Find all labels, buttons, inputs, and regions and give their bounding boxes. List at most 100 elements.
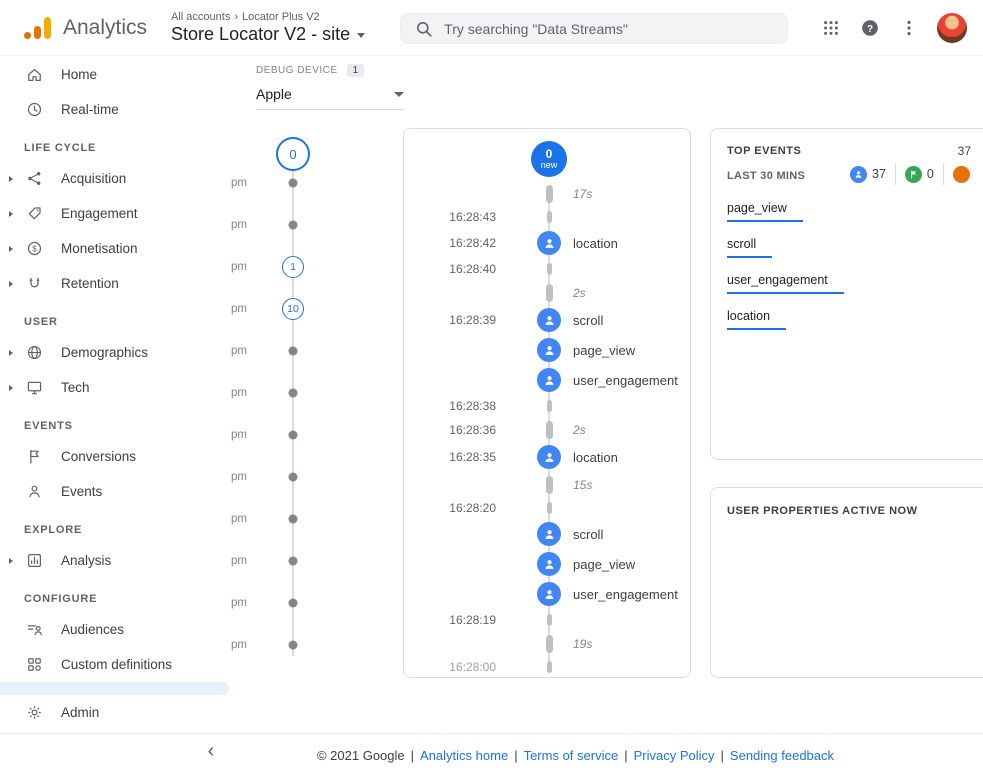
debug-device-select[interactable]: Apple (256, 86, 404, 110)
timeline-marker[interactable]: pm (215, 498, 325, 540)
stream-now-badge[interactable]: 0 new (531, 141, 567, 177)
more-vert-icon[interactable] (898, 17, 920, 39)
timeline-marker[interactable]: pm (215, 456, 325, 498)
acquisition-icon (24, 169, 44, 189)
stream-row-scroll[interactable]: scroll (404, 519, 690, 549)
stream-row-2s: 16:28:36 2s (404, 417, 690, 442)
sidebar-item[interactable] (0, 682, 229, 695)
timeline-marker[interactable]: pm (215, 162, 325, 204)
top-event-item-location[interactable]: location (727, 307, 983, 330)
event-counter-value: 0 (927, 167, 934, 181)
debug-device-count-badge: 1 (347, 64, 365, 77)
debug-device-label-row: DEBUG DEVICE 1 (256, 64, 406, 77)
stream-row: 16:28:19 (404, 609, 690, 631)
timeline-marker-time: pm (215, 219, 247, 231)
dropdown-arrow-icon (394, 92, 404, 97)
tech-icon (24, 378, 44, 398)
stream-row-location[interactable]: 16:28:35 location (404, 442, 690, 472)
svg-text:?: ? (867, 24, 873, 35)
timeline-marker[interactable]: pm 1 (215, 246, 325, 288)
top-event-item-user-engagement[interactable]: user_engagement (727, 271, 983, 294)
help-icon[interactable]: ? (859, 17, 881, 39)
top-events-counters: 37 0 (841, 163, 983, 185)
sidebar-item-custom-definitions[interactable]: Custom definitions (0, 647, 236, 682)
footer-link-terms-of-service[interactable]: Terms of service (524, 748, 619, 763)
sidebar-item-admin[interactable]: Admin (0, 695, 236, 730)
sidebar-item-label: Demographics (61, 345, 148, 361)
sidebar-item-retention[interactable]: Retention (0, 266, 236, 301)
stream-badge-count: 0 (546, 148, 553, 160)
timeline-marker[interactable]: pm (215, 204, 325, 246)
debug-device-selected-value: Apple (256, 86, 292, 102)
stream-row-page-view[interactable]: page_view (404, 549, 690, 579)
sidebar-item-tech[interactable]: Tech (0, 370, 236, 405)
ga-logo[interactable]: Analytics (22, 14, 147, 41)
stream-row-time: 16:28:35 (404, 450, 532, 464)
chevron-left-icon: ‹ (208, 740, 215, 763)
event-counter: 37 (841, 163, 895, 185)
sidebar-item-real-time[interactable]: Real-time (0, 92, 236, 127)
search-bar[interactable] (400, 13, 788, 44)
avatar[interactable] (937, 13, 967, 43)
events-icon (24, 482, 44, 502)
apps-grid-icon[interactable] (820, 17, 842, 39)
expand-arrow-icon (9, 176, 13, 182)
top-events-total: 37 (958, 144, 971, 158)
stream-row-user-engagement[interactable]: user_engagement (404, 579, 690, 609)
sidebar-item-audiences[interactable]: Audiences (0, 612, 236, 647)
stream-row-location[interactable]: 16:28:42 location (404, 228, 690, 258)
timeline-marker-dot (289, 431, 298, 440)
top-event-name: page_view (727, 201, 803, 222)
sidebar-item-acquisition[interactable]: Acquisition (0, 161, 236, 196)
timeline-marker[interactable]: pm (215, 624, 325, 666)
timeline-marker[interactable]: pm (215, 330, 325, 372)
stream-row-marker (537, 614, 561, 626)
sidebar-item-demographics[interactable]: Demographics (0, 335, 236, 370)
expand-arrow-icon (9, 385, 13, 391)
property-title-row[interactable]: Store Locator V2 - site (171, 24, 365, 45)
timeline-marker[interactable]: pm (215, 540, 325, 582)
timeline-marker-dot: 1 (282, 256, 304, 278)
footer-link-sending-feedback[interactable]: Sending feedback (730, 748, 834, 763)
timeline-marker-dot (289, 557, 298, 566)
breadcrumb-root[interactable]: All accounts (171, 11, 230, 23)
sidebar-item-label: Home (61, 67, 97, 83)
stream-row-label: page_view (573, 343, 635, 358)
sidebar-collapse-button[interactable]: ‹ (198, 738, 224, 764)
person-event-icon (537, 445, 561, 469)
top-event-item-page-view[interactable]: page_view (727, 199, 983, 222)
search-input[interactable] (444, 21, 774, 37)
top-event-name: location (727, 309, 786, 330)
timeline-marker[interactable]: pm (215, 372, 325, 414)
counter-event-icon (850, 166, 867, 183)
breadcrumb-current[interactable]: Locator Plus V2 (242, 11, 320, 23)
minute-timeline-top-counter[interactable]: 0 (276, 137, 310, 171)
timeline-marker-dot (289, 641, 298, 650)
sidebar-item-analysis[interactable]: Analysis (0, 543, 236, 578)
top-event-name: user_engagement (727, 273, 844, 294)
stream-row-time: 16:28:36 (404, 423, 532, 437)
timeline-marker[interactable]: pm (215, 582, 325, 624)
sidebar-item-engagement[interactable]: Engagement (0, 196, 236, 231)
footer-link-privacy-policy[interactable]: Privacy Policy (634, 748, 715, 763)
person-event-icon (537, 582, 561, 606)
stream-row-user-engagement[interactable]: user_engagement (404, 365, 690, 395)
stream-row-page-view[interactable]: page_view (404, 335, 690, 365)
footer-link-analytics-home[interactable]: Analytics home (420, 748, 508, 763)
sidebar-item-home[interactable]: Home (0, 57, 236, 92)
sidebar: Home Real-time LIFE CYCLE Acquisition En… (0, 56, 236, 733)
stream-row-marker (537, 522, 561, 546)
stream-row-time: 16:28:19 (404, 613, 532, 627)
expand-arrow-icon (9, 246, 13, 252)
timeline-marker[interactable]: pm (215, 414, 325, 456)
property-selector[interactable]: All accounts › Locator Plus V2 Store Loc… (171, 11, 365, 45)
timeline-marker-time: pm (215, 597, 247, 609)
sidebar-item-label: Events (61, 484, 102, 500)
top-event-item-scroll[interactable]: scroll (727, 235, 983, 258)
stream-row-time: 16:28:38 (404, 399, 532, 413)
timeline-marker[interactable]: pm 10 (215, 288, 325, 330)
sidebar-item-conversions[interactable]: Conversions (0, 439, 236, 474)
sidebar-item-events[interactable]: Events (0, 474, 236, 509)
sidebar-item-monetisation[interactable]: $ Monetisation (0, 231, 236, 266)
stream-row-scroll[interactable]: 16:28:39 scroll (404, 305, 690, 335)
